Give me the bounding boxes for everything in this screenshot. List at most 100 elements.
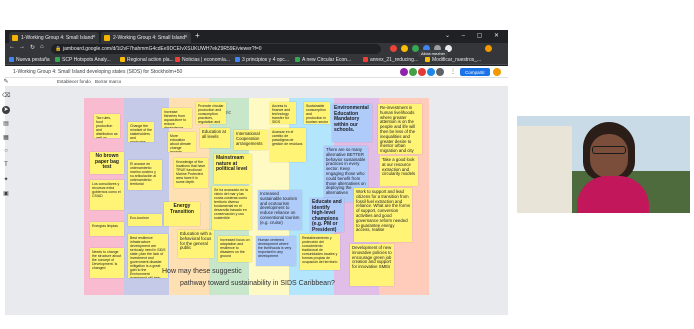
bookmark-item[interactable]: Noticias | economía... (175, 57, 230, 63)
sticky-note[interactable]: International Cooperation arrangements (234, 130, 268, 150)
collaborator-avatar[interactable] (436, 68, 444, 76)
jamboard-frame[interactable]: 1) Whic Tax rules, food production and d… (84, 98, 429, 295)
sticky-note[interactable]: Eco-tourism (128, 214, 162, 226)
sticky-note[interactable]: Energy Transition (164, 202, 200, 226)
sticky-note[interactable]: Change the mindset of the stakeholders a… (128, 122, 154, 142)
window-controls[interactable]: ⌄ – ▢ ✕ (445, 32, 504, 39)
sticky-note[interactable]: Work to support and lead citizens for a … (354, 188, 412, 242)
bookmark-item[interactable]: Modificar_nuestros_... (425, 57, 481, 63)
sticky-note[interactable]: Development of new innovative policies t… (350, 244, 394, 286)
sticky-note[interactable]: Knowledge of the locations that have TRU… (174, 158, 208, 188)
pen-icon[interactable]: ✎ (2, 78, 10, 86)
bookmark-favicon-icon (425, 57, 430, 62)
profile-avatar[interactable] (485, 45, 492, 52)
url-text: jamboard.google.com/d/1t2vF7hahmmG4cdEe9… (63, 46, 262, 52)
jamboard-header: 1-Working Group 4: Small Island developi… (5, 66, 508, 78)
jamboard-favicon-icon (12, 35, 18, 41)
laser-icon[interactable]: ✦ (2, 176, 10, 184)
sticky-note[interactable]: Increase fisheries from aquaculture to r… (162, 108, 192, 128)
board-question-bottom-2: pathway toward sustainability in SIDS Ca… (180, 280, 335, 287)
clear-frame-button[interactable]: Borrar marco (95, 79, 121, 84)
new-tab-plus-icon[interactable]: + (195, 31, 200, 40)
tab-bar: 1-Working Group 4: Small Island ✕ 2-Work… (5, 30, 508, 43)
image-icon[interactable]: ▦ (2, 134, 10, 142)
browser-tab-1[interactable]: 1-Working Group 4: Small Island ✕ (9, 32, 99, 43)
more-vert-icon[interactable]: ⋮ (449, 68, 457, 76)
bookmark-favicon-icon (120, 57, 125, 62)
sticky-note[interactable]: No brown paper bag test (90, 152, 124, 174)
bookmark-favicon-icon (175, 57, 180, 62)
bookmark-item[interactable]: SCP Hotspots Analy... (55, 57, 111, 63)
eraser-icon[interactable]: ⌫ (2, 92, 10, 100)
jamboard-favicon-icon (104, 35, 110, 41)
sticky-note[interactable]: Los consultores y recursos extra gobiern… (90, 180, 124, 210)
sticky-note[interactable]: Increased focus on adaptation and resili… (218, 236, 252, 262)
bookmark-favicon-icon (9, 57, 14, 62)
bookmark-favicon-icon (295, 57, 300, 62)
extension-icon[interactable] (401, 45, 408, 52)
close-tab-icon[interactable]: ✕ (184, 34, 188, 40)
sticky-note[interactable]: Avanzar en el cambio de paradigma de ges… (270, 128, 306, 162)
bookmark-favicon-icon (363, 57, 368, 62)
sticky-note[interactable]: Environmental Education Mandatory within… (332, 104, 372, 142)
set-background-button[interactable]: Establecer fondo (57, 79, 91, 84)
collaborator-avatar[interactable] (427, 68, 435, 76)
lock-icon: 🔒 (55, 46, 62, 52)
shape-circle-icon[interactable]: ○ (2, 148, 10, 156)
sticky-note[interactable]: Restablecimiento y protección del conoci… (300, 234, 340, 270)
sticky-note[interactable]: Education with a behavioral focus for th… (178, 230, 214, 258)
frame-toolbar: Establecer fondo Borrar marco (5, 78, 508, 87)
back-arrow-icon[interactable]: ← (9, 44, 15, 50)
bookmark-item[interactable]: A new Circular Econ... (295, 57, 351, 63)
sticky-note[interactable]: Promote circular production and consumpt… (196, 102, 226, 124)
more-tools-icon[interactable]: ▣ (2, 190, 10, 198)
bookmark-item[interactable]: 3 principios y 4 opc... (235, 57, 289, 63)
sticky-note[interactable]: El avance en ordenamiento marino costero… (128, 160, 162, 190)
sticky-note[interactable]: Increased sustainable tourism and ecotou… (258, 190, 302, 230)
collaborator-avatar[interactable] (409, 68, 417, 76)
sticky-note[interactable]: Energías limpias (90, 222, 124, 236)
forward-arrow-icon[interactable]: → (19, 44, 25, 50)
bookmark-item[interactable]: annex_21_reducing... (363, 57, 418, 63)
text-box-icon[interactable]: T (2, 162, 10, 170)
sticky-note[interactable]: Needs to change the structure about the … (90, 248, 124, 278)
sticky-note[interactable]: Sustainable consumption and production i… (304, 102, 330, 124)
bookmark-favicon-icon (55, 57, 60, 62)
bookmark-item[interactable]: Nueva pestaña (9, 57, 50, 63)
sticky-note-icon[interactable]: ▤ (2, 120, 10, 128)
browser-tab-2[interactable]: 2-Working Group 4: Small Island ✕ (101, 32, 191, 43)
sticky-note[interactable]: Tax rules, food production and distribut… (94, 114, 120, 138)
jam-title[interactable]: 1-Working Group 4: Small Island developi… (13, 69, 182, 75)
account-avatar[interactable] (493, 68, 501, 76)
share-button[interactable]: Compartir (460, 68, 490, 76)
sticky-note[interactable]: Human centered development where the liv… (256, 236, 296, 266)
screen: 1-Working Group 4: Small Island ✕ 2-Work… (0, 0, 694, 329)
tool-rail: ✎ ⌫ ➤ ▤ ▦ ○ T ✦ ▣ (2, 78, 10, 218)
home-icon[interactable]: ⌂ (40, 44, 44, 50)
board-question-bottom-1: How may these suggestic (162, 268, 242, 275)
sticky-note[interactable]: More education about climate change impa… (168, 132, 196, 152)
collaborator-avatar[interactable] (418, 68, 426, 76)
reload-icon[interactable]: ↻ (30, 44, 35, 51)
bookmark-favicon-icon (235, 57, 240, 62)
sticky-note[interactable]: Access to finance and technology transfe… (270, 102, 296, 124)
sticky-note[interactable]: Re-investment in human livelihoods where… (378, 104, 422, 154)
participant-face (590, 134, 628, 178)
sticky-note[interactable]: Educate and identify high-level champion… (310, 198, 344, 232)
sticky-note[interactable]: Education at all levels (200, 128, 230, 148)
browser-tab-2-label: 2-Working Group 4: Small Island (113, 35, 186, 41)
browser-tab-1-label: 1-Working Group 4: Small Island (21, 35, 94, 41)
close-tab-icon[interactable]: ✕ (92, 34, 96, 40)
participant-glasses (592, 146, 626, 154)
video-background-wall (517, 126, 572, 213)
extension-icon[interactable] (390, 45, 397, 52)
bookmark-item[interactable]: Regional action pla... (120, 57, 174, 63)
participant-video[interactable] (517, 116, 690, 213)
sticky-note[interactable]: Mainstream nature at political level (214, 154, 252, 184)
collaborator-avatar[interactable] (400, 68, 408, 76)
sticky-note[interactable]: Take a good look at our resource extract… (380, 156, 418, 186)
sticky-note[interactable]: Se ha avanzado en la visión del mar y la… (212, 186, 252, 230)
url-input[interactable]: 🔒 jamboard.google.com/d/1t2vF7hahmmG4cdE… (51, 44, 381, 54)
select-arrow-icon[interactable]: ➤ (2, 106, 10, 114)
tooltip: Alicia mezher (418, 50, 449, 57)
